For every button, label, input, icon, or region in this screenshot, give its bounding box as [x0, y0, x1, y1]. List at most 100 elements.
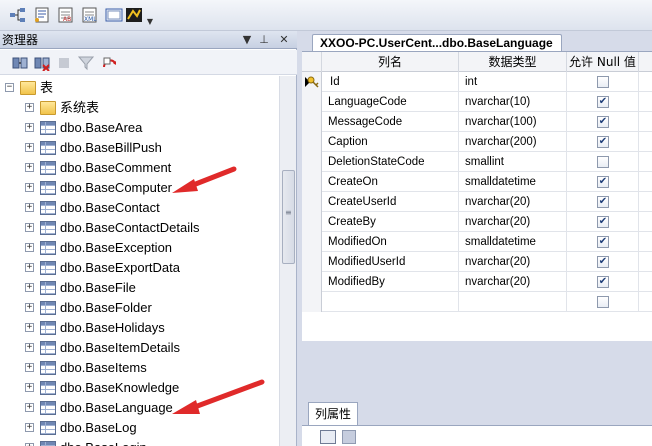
disconnect-icon[interactable]: [32, 53, 52, 72]
data-type-cell[interactable]: nvarchar(20): [459, 192, 567, 212]
data-type-cell[interactable]: nvarchar(20): [459, 272, 567, 292]
row-selector[interactable]: [302, 112, 322, 132]
alphabetical-icon[interactable]: [342, 430, 356, 444]
stop-icon[interactable]: [54, 53, 74, 72]
tree-item[interactable]: + dbo.BaseItemDetails: [0, 338, 279, 358]
pin-icon[interactable]: ⊥: [257, 32, 271, 48]
tree-item[interactable]: + dbo.BaseException: [0, 238, 279, 258]
data-type-cell[interactable]: smalldatetime: [459, 232, 567, 252]
properties-icon[interactable]: [32, 5, 52, 25]
column-name-cell[interactable]: DeletionStateCode: [322, 152, 459, 172]
table-row[interactable]: ModifiedOn smalldatetime ✔: [302, 232, 652, 252]
expand-icon[interactable]: +: [25, 343, 34, 352]
row-selector[interactable]: [302, 292, 322, 312]
table-row[interactable]: ModifiedBy nvarchar(20) ✔: [302, 272, 652, 292]
tree-item[interactable]: + 系统表: [0, 98, 279, 118]
categorized-icon[interactable]: [320, 430, 336, 444]
row-selector[interactable]: [302, 192, 322, 212]
expand-icon[interactable]: +: [25, 123, 34, 132]
expand-icon[interactable]: +: [25, 243, 34, 252]
column-name-cell[interactable]: [322, 292, 459, 312]
allow-null-checkbox[interactable]: ✔: [597, 276, 609, 288]
row-selector[interactable]: [302, 252, 322, 272]
expand-icon[interactable]: +: [25, 163, 34, 172]
column-name-cell[interactable]: CreateOn: [322, 172, 459, 192]
column-name-cell[interactable]: LanguageCode: [322, 92, 459, 112]
xml-icon[interactable]: XML: [80, 5, 100, 25]
table-row[interactable]: DeletionStateCode smallint: [302, 152, 652, 172]
column-name-cell[interactable]: CreateBy: [322, 212, 459, 232]
tree-scrollbar[interactable]: ≡: [279, 76, 296, 446]
column-name-cell[interactable]: ModifiedUserId: [322, 252, 459, 272]
row-selector[interactable]: [302, 92, 322, 112]
data-type-cell[interactable]: smalldatetime: [459, 172, 567, 192]
table-row[interactable]: LanguageCode nvarchar(10) ✔: [302, 92, 652, 112]
expand-icon[interactable]: +: [25, 383, 34, 392]
tree-item[interactable]: + dbo.BaseItems: [0, 358, 279, 378]
tree-item[interactable]: + dbo.BaseHolidays: [0, 318, 279, 338]
header-data-type[interactable]: 数据类型: [459, 52, 567, 72]
collapse-icon[interactable]: −: [5, 83, 14, 92]
expand-icon[interactable]: +: [25, 223, 34, 232]
allow-null-checkbox[interactable]: ✔: [597, 236, 609, 248]
indexes-icon[interactable]: AB: [56, 5, 76, 25]
table-row[interactable]: CreateBy nvarchar(20) ✔: [302, 212, 652, 232]
expand-icon[interactable]: +: [25, 323, 34, 332]
data-type-cell[interactable]: int: [459, 72, 567, 92]
diagram-icon[interactable]: [8, 5, 28, 25]
tree-item[interactable]: + dbo.BaseContact: [0, 198, 279, 218]
allow-null-checkbox[interactable]: ✔: [597, 96, 609, 108]
tree-item[interactable]: + dbo.BaseFile: [0, 278, 279, 298]
expand-icon[interactable]: +: [25, 143, 34, 152]
data-type-cell[interactable]: nvarchar(10): [459, 92, 567, 112]
document-tab[interactable]: XXOO-PC.UserCent...dbo.BaseLanguage: [312, 34, 562, 51]
allow-null-checkbox[interactable]: [597, 156, 609, 168]
allow-null-checkbox[interactable]: ✔: [597, 116, 609, 128]
header-allow-null[interactable]: 允许 Null 值: [567, 52, 639, 72]
column-name-cell[interactable]: ModifiedBy: [322, 272, 459, 292]
expand-icon[interactable]: +: [25, 303, 34, 312]
allow-null-checkbox[interactable]: [597, 76, 609, 88]
allow-null-checkbox[interactable]: ✔: [597, 176, 609, 188]
scroll-thumb[interactable]: ≡: [282, 170, 295, 264]
data-type-cell[interactable]: [459, 292, 567, 312]
tree-item[interactable]: + dbo.BaseExportData: [0, 258, 279, 278]
table-row[interactable]: CreateUserId nvarchar(20) ✔: [302, 192, 652, 212]
tree-item[interactable]: + dbo.BaseArea: [0, 118, 279, 138]
table-row[interactable]: ModifiedUserId nvarchar(20) ✔: [302, 252, 652, 272]
data-type-cell[interactable]: nvarchar(200): [459, 132, 567, 152]
close-icon[interactable]: ✕: [277, 32, 291, 48]
table-row[interactable]: CreateOn smalldatetime ✔: [302, 172, 652, 192]
expand-icon[interactable]: +: [25, 423, 34, 432]
column-name-cell[interactable]: CreateUserId: [322, 192, 459, 212]
data-type-cell[interactable]: nvarchar(20): [459, 212, 567, 232]
column-name-cell[interactable]: Id: [322, 72, 459, 92]
row-selector[interactable]: [302, 152, 322, 172]
header-column-name[interactable]: 列名: [322, 52, 459, 72]
table-row[interactable]: [302, 292, 652, 312]
row-selector[interactable]: [302, 212, 322, 232]
tree-item[interactable]: +dbo.BaseLogin: [0, 438, 279, 446]
filter-icon[interactable]: [76, 53, 96, 72]
row-selector[interactable]: [302, 172, 322, 192]
expand-icon[interactable]: +: [25, 363, 34, 372]
refresh-icon[interactable]: [100, 53, 120, 72]
dropdown-icon[interactable]: ▼: [240, 32, 254, 48]
column-properties-tab[interactable]: 列属性: [308, 402, 358, 425]
tree-item[interactable]: + dbo.BaseContactDetails: [0, 218, 279, 238]
allow-null-checkbox[interactable]: [597, 296, 609, 308]
tree-item[interactable]: − 表: [0, 78, 279, 98]
data-type-cell[interactable]: nvarchar(20): [459, 252, 567, 272]
table-row[interactable]: MessageCode nvarchar(100) ✔: [302, 112, 652, 132]
allow-null-checkbox[interactable]: ✔: [597, 136, 609, 148]
tree-item[interactable]: + dbo.BaseFolder: [0, 298, 279, 318]
row-selector[interactable]: [302, 232, 322, 252]
expand-icon[interactable]: +: [25, 263, 34, 272]
relationships-icon[interactable]: [124, 5, 144, 25]
table-row[interactable]: Id int: [302, 72, 652, 92]
column-name-cell[interactable]: Caption: [322, 132, 459, 152]
row-selector[interactable]: [302, 272, 322, 292]
expand-icon[interactable]: +: [25, 203, 34, 212]
connect-icon[interactable]: [10, 53, 30, 72]
expand-icon[interactable]: +: [25, 283, 34, 292]
